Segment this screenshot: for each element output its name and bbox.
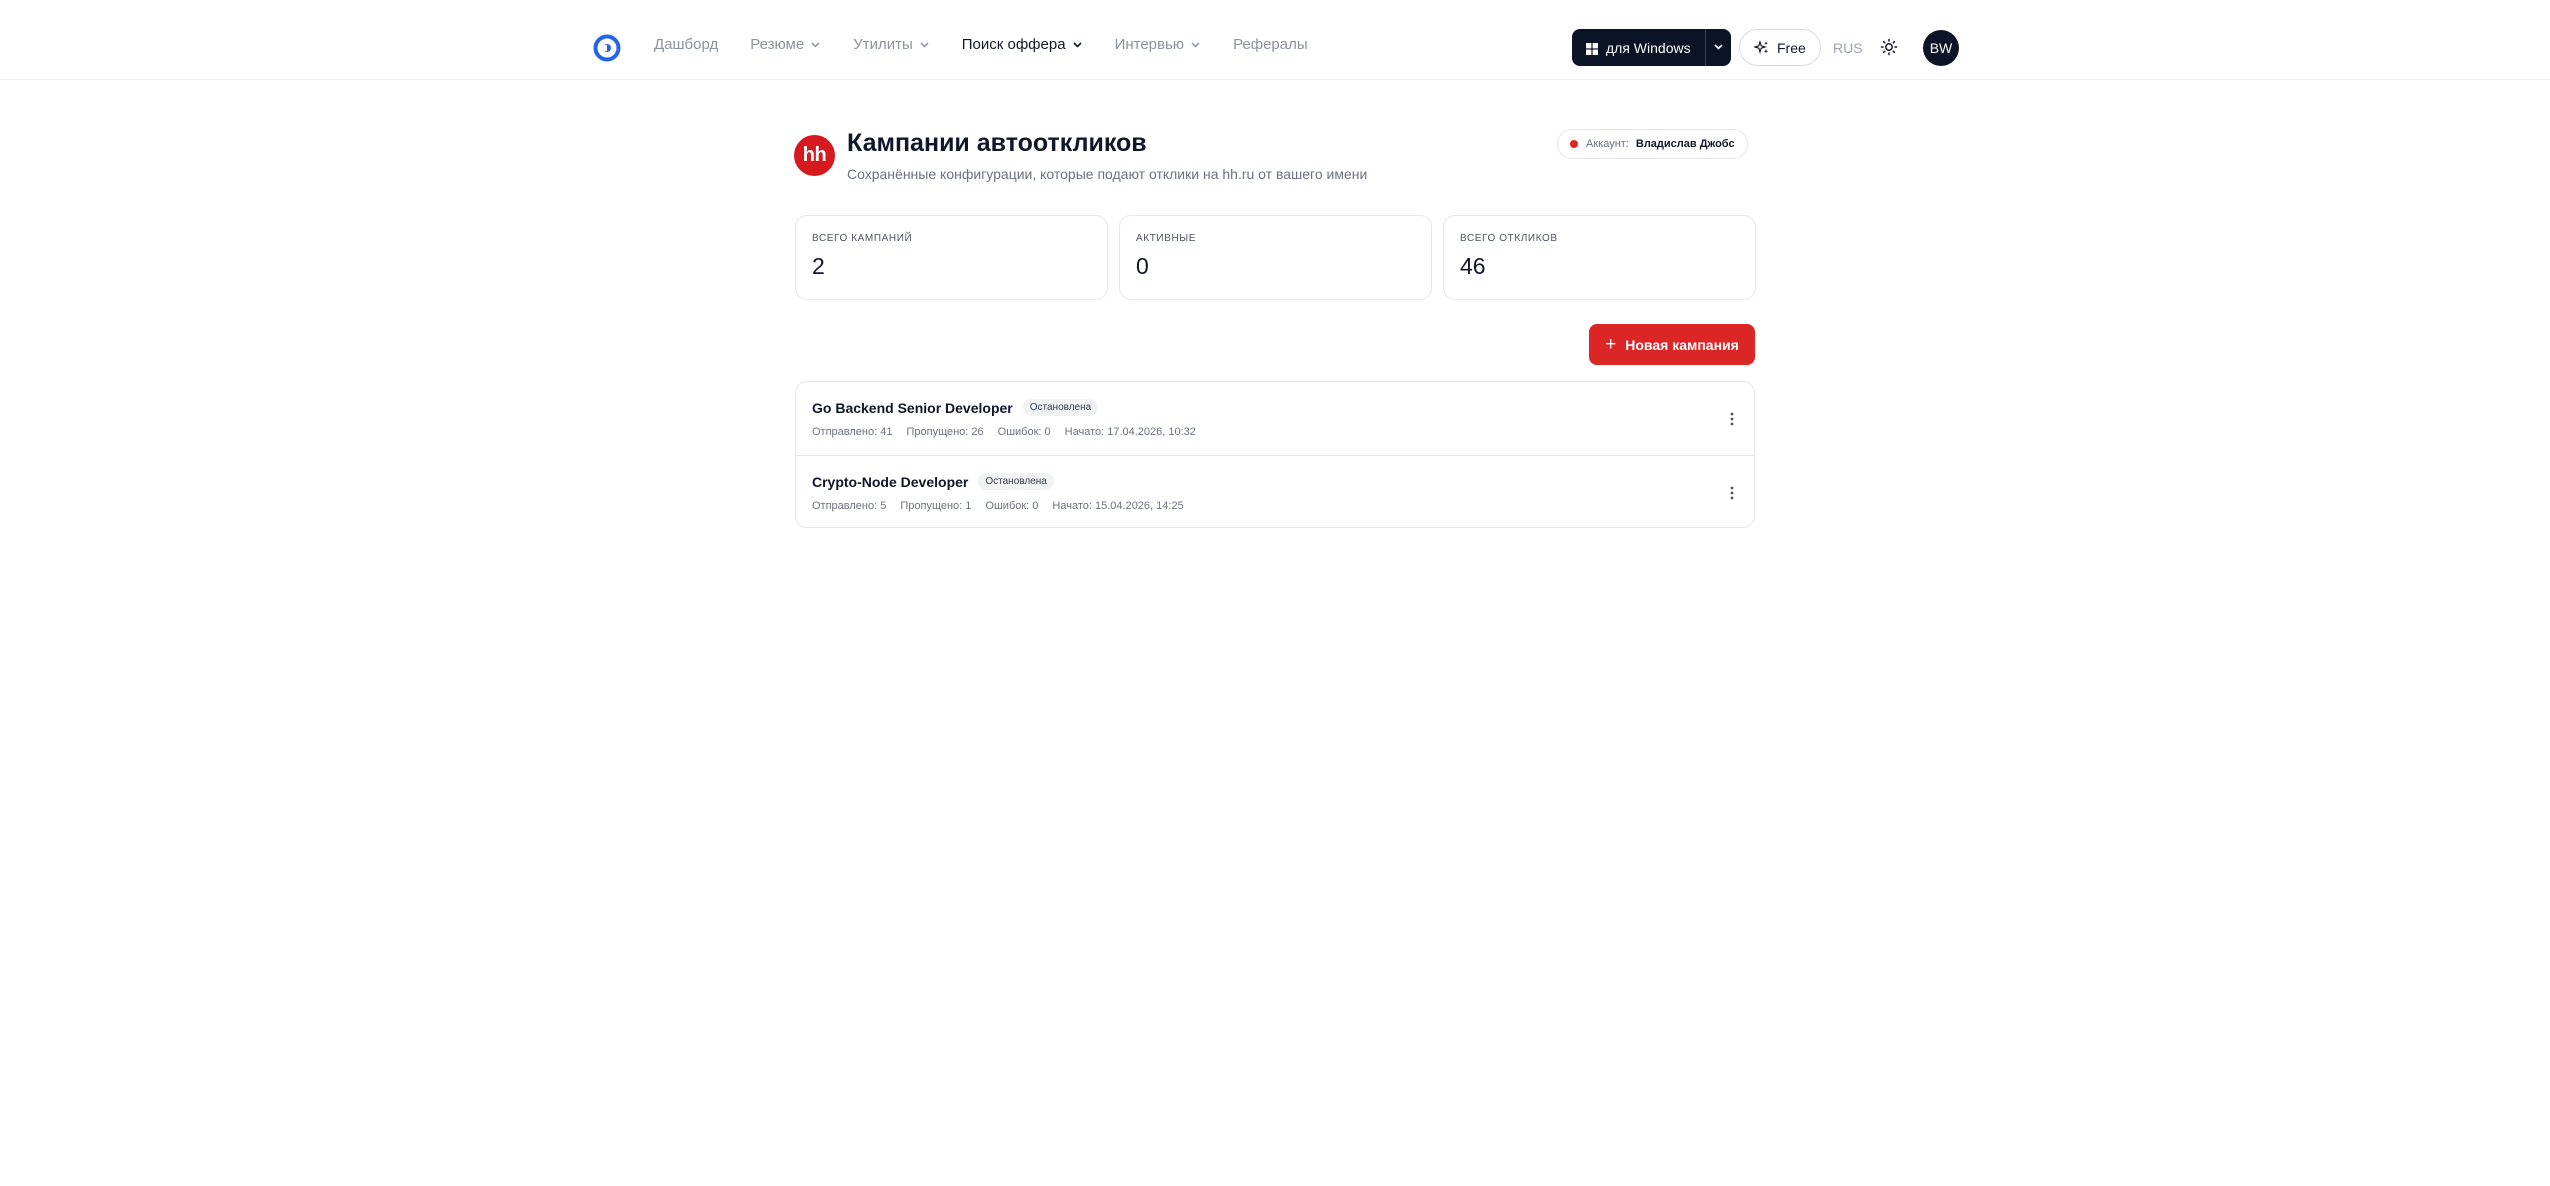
chevron-down-icon <box>1190 39 1201 50</box>
stat-label: Активные <box>1136 233 1197 244</box>
nav-item-label: Поиск оффера <box>961 36 1066 53</box>
chevron-down-icon <box>1072 39 1083 50</box>
page-subtitle: Сохранённые конфигурации, которые подают… <box>847 166 1368 182</box>
windows-icon <box>1586 42 1598 55</box>
nav-item-label: Резюме <box>750 36 805 53</box>
chevron-down-icon <box>810 39 821 50</box>
campaign-row[interactable]: Crypto-Node Developer Остановлена Отправ… <box>796 455 1754 527</box>
stat-card-total-campaigns: Всего кампаний 2 <box>795 215 1108 300</box>
stat-card-total-responses: Всего откликов 46 <box>1443 215 1756 300</box>
sun-icon[interactable] <box>1880 38 1898 56</box>
campaign-title-line: Go Backend Senior Developer Остановлена <box>812 399 1099 416</box>
stat-label: Всего кампаний <box>812 233 913 244</box>
account-badge[interactable]: Аккаунт: Владислав Джобс <box>1557 129 1748 159</box>
plus-icon: + <box>1605 334 1617 355</box>
nav-item-dashboard[interactable]: Дашборд <box>654 36 718 53</box>
account-label: Аккаунт: <box>1586 138 1629 150</box>
campaign-title-line: Crypto-Node Developer Остановлена <box>812 473 1054 490</box>
avatar[interactable]: BW <box>1923 30 1959 66</box>
download-label: для Windows <box>1606 39 1691 56</box>
hh-logo-icon: hh <box>794 135 835 176</box>
chevron-down-icon <box>919 39 930 50</box>
language-switch[interactable]: RUS <box>1833 40 1863 56</box>
nav-item-label: Рефералы <box>1233 36 1308 53</box>
skipped-count: Пропущено: 1 <box>900 500 972 512</box>
download-button-group: для Windows <box>1572 29 1731 66</box>
sent-count: Отправлено: 41 <box>812 426 893 438</box>
more-options-icon[interactable] <box>1722 482 1742 504</box>
stat-card-active: Активные 0 <box>1119 215 1432 300</box>
status-dot-icon <box>1570 140 1578 148</box>
nav-item-label: Интервью <box>1114 36 1185 53</box>
campaign-title: Go Backend Senior Developer <box>812 399 1013 416</box>
campaign-meta: Отправлено: 5 Пропущено: 1 Ошибок: 0 Нач… <box>812 500 1184 512</box>
new-campaign-button[interactable]: + Новая кампания <box>1589 324 1755 365</box>
stat-label: Всего откликов <box>1460 233 1558 244</box>
error-count: Ошибок: 0 <box>997 426 1051 438</box>
nav-item-referrals[interactable]: Рефералы <box>1233 36 1308 53</box>
top-navbar: Дашборд Резюме Утилиты Поиск оффера Инте… <box>0 0 2550 80</box>
stat-value: 2 <box>812 253 825 279</box>
campaign-list: Go Backend Senior Developer Остановлена … <box>795 381 1755 528</box>
started-at: Начато: 17.04.2026, 10:32 <box>1064 426 1196 438</box>
status-badge: Остановлена <box>978 473 1054 490</box>
stat-value: 46 <box>1460 253 1486 279</box>
nav-item-resume[interactable]: Резюме <box>750 36 821 53</box>
new-campaign-label: Новая кампания <box>1625 336 1739 353</box>
campaign-row[interactable]: Go Backend Senior Developer Остановлена … <box>796 382 1754 455</box>
error-count: Ошибок: 0 <box>985 500 1039 512</box>
status-badge: Остановлена <box>1022 399 1099 416</box>
sent-count: Отправлено: 5 <box>812 500 887 512</box>
started-at: Начато: 15.04.2026, 14:25 <box>1052 500 1184 512</box>
campaign-meta: Отправлено: 41 Пропущено: 26 Ошибок: 0 Н… <box>812 426 1196 438</box>
plan-button[interactable]: Free <box>1739 29 1821 66</box>
nav-item-label: Утилиты <box>853 36 913 53</box>
stat-value: 0 <box>1136 253 1149 279</box>
nav-item-utilities[interactable]: Утилиты <box>853 36 930 53</box>
account-name: Владислав Джобс <box>1635 138 1735 150</box>
download-windows-button[interactable]: для Windows <box>1572 29 1705 66</box>
app-logo-icon[interactable] <box>592 33 622 63</box>
download-options-dropdown[interactable] <box>1706 29 1731 66</box>
campaign-title: Crypto-Node Developer <box>812 473 969 490</box>
more-options-icon[interactable] <box>1722 408 1742 430</box>
skipped-count: Пропущено: 26 <box>906 426 984 438</box>
nav-item-label: Дашборд <box>654 36 719 53</box>
nav-item-offer-search[interactable]: Поиск оффера <box>962 36 1083 53</box>
plan-label: Free <box>1777 39 1806 56</box>
chevron-down-icon <box>1713 39 1724 57</box>
page-title: Кампании автооткликов <box>847 129 1147 157</box>
main-nav: Дашборд Резюме Утилиты Поиск оффера Инте… <box>654 36 1340 53</box>
nav-item-interview[interactable]: Интервью <box>1115 36 1202 53</box>
sparkles-icon <box>1753 39 1770 56</box>
